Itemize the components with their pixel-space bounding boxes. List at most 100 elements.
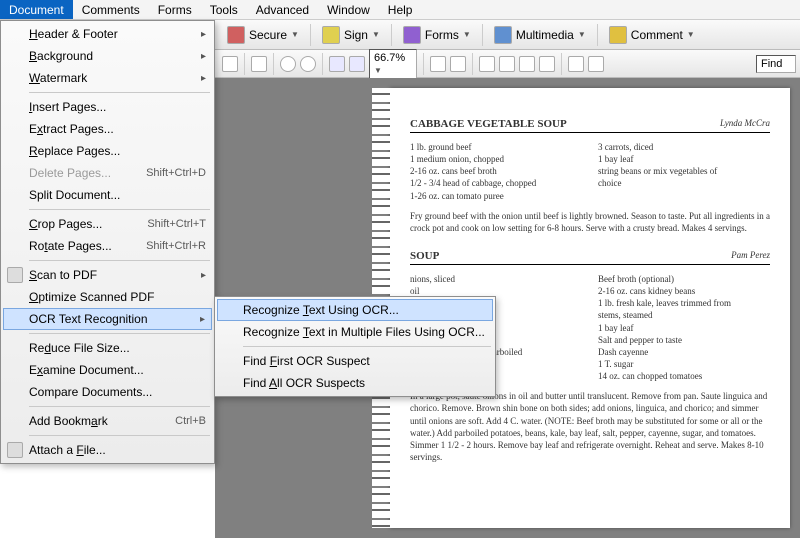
recipe2-body: In a large pot, saute onions in oil and … <box>410 390 770 463</box>
read-mode-icon[interactable] <box>588 56 604 72</box>
ingredient: 1 lb. fresh kale, leaves trimmed from <box>598 297 770 309</box>
ingredient: 2-16 oz. cans beef broth <box>410 165 582 177</box>
ingredient: nions, sliced <box>410 273 582 285</box>
menu-item[interactable]: Watermark <box>3 67 212 89</box>
menu-item[interactable]: Extract Pages... <box>3 118 212 140</box>
menu-item-label: Optimize Scanned PDF <box>29 290 154 304</box>
chevron-down-icon: ▼ <box>291 30 299 39</box>
menu-item[interactable]: Replace Pages... <box>3 140 212 162</box>
find-input[interactable]: Find <box>756 55 796 73</box>
comment-button[interactable]: Comment▼ <box>604 22 700 48</box>
ingredient: 1/2 - 3/4 head of cabbage, chopped <box>410 177 582 189</box>
fit-width-icon[interactable] <box>450 56 466 72</box>
menu-item-icon <box>7 442 23 458</box>
pen-icon <box>322 26 340 44</box>
menu-item[interactable]: Background <box>3 45 212 67</box>
two-up-continuous-icon[interactable] <box>539 56 555 72</box>
menu-item[interactable]: Header & Footer <box>3 23 212 45</box>
menu-item-label: Replace Pages... <box>29 144 120 158</box>
continuous-icon[interactable] <box>499 56 515 72</box>
menu-item[interactable]: Reduce File Size... <box>3 337 212 359</box>
ingredient: string beans or mix vegetables of <box>598 165 770 177</box>
secure-label: Secure <box>249 28 287 42</box>
menu-item-label: OCR Text Recognition <box>29 312 148 326</box>
ingredient: 1 lb. ground beef <box>410 141 582 153</box>
ingredient: stems, steamed <box>598 309 770 321</box>
text-select-icon[interactable] <box>222 56 238 72</box>
menu-item[interactable]: Optimize Scanned PDF <box>3 286 212 308</box>
sign-label: Sign <box>344 28 368 42</box>
zoom-in-icon[interactable] <box>349 56 365 72</box>
ingredient: 1-26 oz. can tomato puree <box>410 190 582 202</box>
zoom-level[interactable]: 66.7% ▼ <box>369 49 417 79</box>
menu-item[interactable]: Rotate Pages...Shift+Ctrl+R <box>3 235 212 257</box>
menu-advanced[interactable]: Advanced <box>247 0 318 19</box>
menu-item-label: Insert Pages... <box>29 100 106 114</box>
zoom-out-icon[interactable] <box>329 56 345 72</box>
chevron-down-icon: ▼ <box>578 30 586 39</box>
menu-item-label: Delete Pages... <box>29 166 111 180</box>
menu-item[interactable]: Compare Documents... <box>3 381 212 403</box>
submenu-item[interactable]: Recognize Text Using OCR... <box>217 299 493 321</box>
menu-shortcut: Ctrl+B <box>175 415 206 427</box>
shield-icon <box>227 26 245 44</box>
ingredient: Salt and pepper to taste <box>598 334 770 346</box>
ingredient: choice <box>598 177 770 189</box>
menu-item-label: Scan to PDF <box>29 268 97 282</box>
menu-item-label: Background <box>29 49 93 63</box>
menu-item[interactable]: OCR Text Recognition <box>3 308 212 330</box>
menu-item-label: Attach a File... <box>29 443 106 457</box>
fullscreen-icon[interactable] <box>568 56 584 72</box>
menu-item[interactable]: Attach a File... <box>3 439 212 461</box>
submenu-item[interactable]: Recognize Text in Multiple Files Using O… <box>217 321 493 343</box>
two-up-icon[interactable] <box>519 56 535 72</box>
menu-comments[interactable]: Comments <box>73 0 149 19</box>
recipe1-heading: CABBAGE VEGETABLE SOUP Lynda McCra <box>410 118 770 133</box>
menu-item-label: Add Bookmark <box>29 414 108 428</box>
menu-item-label: Crop Pages... <box>29 217 102 231</box>
single-page-icon[interactable] <box>479 56 495 72</box>
menu-help[interactable]: Help <box>379 0 422 19</box>
ingredient: 1 T. sugar <box>598 358 770 370</box>
submenu-item[interactable]: Find All OCR Suspects <box>217 372 493 394</box>
menu-item-label: Split Document... <box>29 188 120 202</box>
chevron-down-icon: ▼ <box>372 30 380 39</box>
multimedia-label: Multimedia <box>516 28 574 42</box>
menu-forms[interactable]: Forms <box>149 0 201 19</box>
ingredient: 1 bay leaf <box>598 153 770 165</box>
menu-item-label: Examine Document... <box>29 363 144 377</box>
ingredient: 1 bay leaf <box>598 322 770 334</box>
zoom-dynamic-icon[interactable] <box>300 56 316 72</box>
chevron-down-icon: ▼ <box>463 30 471 39</box>
sign-button[interactable]: Sign ▼ <box>317 22 385 48</box>
menu-document[interactable]: Document <box>0 0 73 19</box>
menu-item[interactable]: Scan to PDF <box>3 264 212 286</box>
menu-tools[interactable]: Tools <box>201 0 247 19</box>
film-icon <box>494 26 512 44</box>
hand-tool-icon[interactable] <box>251 56 267 72</box>
menu-item[interactable]: Add Bookmark Ctrl+B <box>3 410 212 432</box>
menu-shortcut: Shift+Ctrl+T <box>147 218 206 230</box>
chevron-down-icon: ▼ <box>687 30 695 39</box>
menu-window[interactable]: Window <box>318 0 379 19</box>
recipe1-title: CABBAGE VEGETABLE SOUP <box>410 118 567 130</box>
menu-item-icon <box>7 267 23 283</box>
menu-item[interactable]: Examine Document... <box>3 359 212 381</box>
menu-item: Delete Pages...Shift+Ctrl+D <box>3 162 212 184</box>
menu-item-label: Extract Pages... <box>29 122 114 136</box>
secure-button[interactable]: Secure ▼ <box>222 22 304 48</box>
ingredient: 2-16 oz. cans kidney beans <box>598 285 770 297</box>
menu-item-label: Compare Documents... <box>29 385 152 399</box>
forms-button[interactable]: Forms▼ <box>398 22 476 48</box>
recipe2-heading: SOUP Pam Perez <box>410 250 770 265</box>
menu-item[interactable]: Insert Pages... <box>3 96 212 118</box>
menu-item-label: Reduce File Size... <box>29 341 130 355</box>
recipe2-author: Pam Perez <box>731 250 770 262</box>
marquee-zoom-icon[interactable] <box>280 56 296 72</box>
actual-size-icon[interactable] <box>430 56 446 72</box>
multimedia-button[interactable]: Multimedia ▼ <box>489 22 591 48</box>
menu-item[interactable]: Crop Pages... Shift+Ctrl+T <box>3 213 212 235</box>
menu-item[interactable]: Split Document... <box>3 184 212 206</box>
submenu-item[interactable]: Find First OCR Suspect <box>217 350 493 372</box>
menu-item-label: Rotate Pages... <box>29 239 112 253</box>
